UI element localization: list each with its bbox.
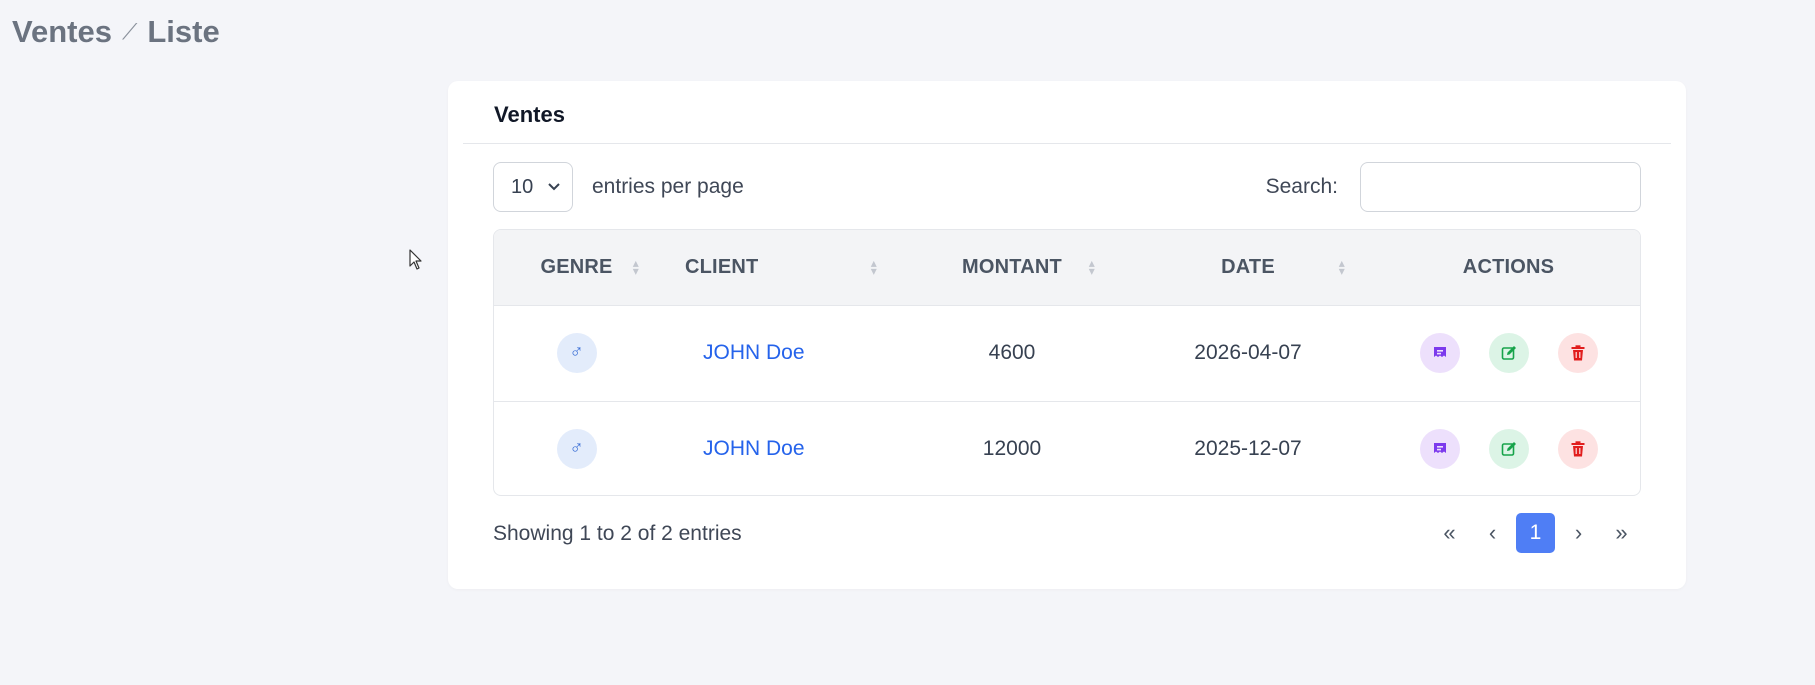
- last-page-button[interactable]: »: [1602, 513, 1641, 553]
- column-header-genre[interactable]: GENRE ▴ ▾: [494, 230, 659, 305]
- sales-card: Ventes 10 entries per page Search: GENRE…: [448, 81, 1686, 589]
- receipt-button[interactable]: [1419, 333, 1460, 373]
- sort-icon: ▴ ▾: [1338, 256, 1345, 279]
- receipt-icon: [1433, 347, 1446, 357]
- edit-button[interactable]: [1488, 429, 1529, 470]
- column-header-label: ACTIONS: [1462, 255, 1555, 278]
- search: Search:: [1266, 162, 1641, 212]
- column-header-montant[interactable]: MONTANT ▴ ▾: [903, 230, 1121, 305]
- table-row: ♂ JOHN Doe 12000 2025-12-07: [494, 401, 1640, 495]
- column-header-date[interactable]: DATE ▴ ▾: [1121, 230, 1375, 305]
- sort-icon: ▴ ▾: [870, 256, 877, 279]
- entries-per-page-value: 10: [511, 175, 534, 198]
- client-link[interactable]: JOHN Doe: [703, 341, 805, 364]
- pagination: « ‹ 1 › »: [1430, 513, 1641, 553]
- table-row: ♂ JOHN Doe 4600 2026-04-07: [494, 305, 1640, 401]
- delete-button[interactable]: [1557, 429, 1598, 470]
- sort-icon: ▴ ▾: [1088, 256, 1095, 279]
- row-actions: [1375, 333, 1640, 373]
- breadcrumb-page: Liste: [147, 14, 220, 49]
- receipt-button[interactable]: [1419, 429, 1460, 470]
- column-header-label: DATE: [1221, 255, 1275, 278]
- table-header-row: GENRE ▴ ▾ CLIENT ▴ ▾ MONTANT ▴ ▾ DATE ▴ ▾: [494, 230, 1640, 305]
- edit-icon: [1501, 442, 1516, 457]
- entries-per-page-select[interactable]: 10: [493, 162, 573, 212]
- column-header-client[interactable]: CLIENT ▴ ▾: [659, 230, 903, 305]
- entries-per-page-label: entries per page: [592, 175, 744, 198]
- trash-icon: [1571, 345, 1584, 361]
- page-button-current[interactable]: 1: [1516, 513, 1555, 553]
- breadcrumb-section[interactable]: Ventes: [12, 14, 112, 50]
- chevron-down-icon: [548, 183, 560, 191]
- search-label: Search:: [1265, 175, 1338, 198]
- card-title: Ventes: [494, 102, 565, 127]
- edit-button[interactable]: [1488, 333, 1529, 373]
- row-actions: [1375, 429, 1640, 470]
- date-cell: 2025-12-07: [1194, 437, 1302, 461]
- next-page-button[interactable]: ›: [1559, 513, 1598, 553]
- card-divider: [463, 143, 1671, 144]
- first-page-button[interactable]: «: [1430, 513, 1469, 553]
- search-input[interactable]: [1360, 162, 1641, 212]
- mouse-cursor-icon: [409, 249, 422, 270]
- breadcrumb: Ventes ⟋ Liste: [12, 14, 220, 50]
- male-icon: ♂: [556, 333, 597, 373]
- trash-icon: [1571, 441, 1584, 457]
- column-header-label: CLIENT: [685, 255, 759, 278]
- previous-page-button[interactable]: ‹: [1473, 513, 1512, 553]
- edit-icon: [1501, 346, 1516, 360]
- entries-info: Showing 1 to 2 of 2 entries: [493, 522, 742, 545]
- delete-button[interactable]: [1557, 333, 1598, 373]
- montant-cell: 4600: [988, 341, 1036, 364]
- receipt-icon: [1433, 443, 1446, 454]
- column-header-label: GENRE: [540, 255, 613, 278]
- entries-per-page: 10 entries per page: [493, 162, 744, 212]
- client-link[interactable]: JOHN Doe: [703, 437, 805, 460]
- column-header-actions: ACTIONS: [1375, 230, 1640, 305]
- sales-table: GENRE ▴ ▾ CLIENT ▴ ▾ MONTANT ▴ ▾ DATE ▴ ▾: [493, 229, 1641, 496]
- sort-icon: ▴ ▾: [632, 256, 639, 279]
- montant-cell: 12000: [982, 437, 1042, 461]
- male-icon: ♂: [556, 429, 597, 470]
- breadcrumb-separator: ⟋: [121, 19, 138, 44]
- date-cell: 2026-04-07: [1194, 341, 1302, 364]
- column-header-label: MONTANT: [962, 255, 1062, 278]
